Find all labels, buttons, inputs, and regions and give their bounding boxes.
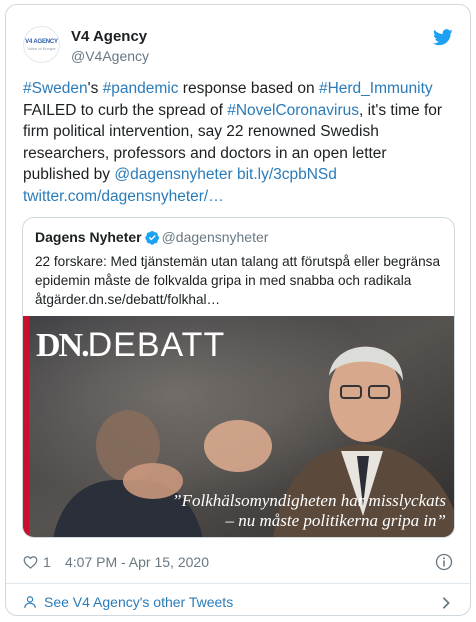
image-caption-line-2: – nu måste politikerna gripa in”	[225, 511, 446, 530]
tweet-text: #Sweden's #pandemic response based on #H…	[23, 78, 455, 207]
dn-logo-text: DN.	[36, 327, 90, 364]
tweet-text-segment: response based on	[178, 80, 319, 97]
quoted-tweet-header: Dagens Nyheter @dagensnyheter	[35, 229, 268, 249]
avatar[interactable]: V4 AGENCY Voice of Europe	[23, 26, 60, 63]
tweet-link[interactable]: @dagensnyheter	[114, 166, 232, 183]
divider	[6, 583, 470, 584]
tweet-link[interactable]: #pandemic	[103, 80, 179, 97]
tweet-link[interactable]: twitter.com/dagensnyheter/…	[23, 188, 224, 205]
author-display-name[interactable]: V4 Agency	[71, 28, 147, 45]
quoted-tweet[interactable]: Dagens Nyheter @dagensnyheter 22 forskar…	[22, 217, 455, 538]
quoted-author-handle: @dagensnyheter	[161, 229, 269, 245]
see-other-tweets-label[interactable]: See V4 Agency's other Tweets	[44, 594, 233, 610]
tweet-link[interactable]: #NovelCoronavirus	[227, 102, 359, 119]
heart-icon[interactable]	[23, 555, 38, 569]
tweet-link[interactable]: #Herd_Immunity	[319, 80, 433, 97]
tweet-header: V4 AGENCY Voice of Europe V4 Agency @V4A…	[23, 26, 453, 66]
quoted-tweet-text: 22 forskare: Med tjänstemän utan talang …	[35, 254, 441, 307]
tweet-link[interactable]: bit.ly/3cpbNSd	[237, 166, 337, 183]
tweet-link[interactable]: #Sweden	[23, 80, 88, 97]
chevron-right-icon[interactable]	[441, 596, 451, 610]
person-icon	[24, 596, 36, 608]
dn-debatt-logo: DN.DEBATT	[36, 326, 225, 365]
see-other-tweets-link[interactable]: See V4 Agency's other Tweets	[23, 593, 453, 613]
twitter-bird-icon[interactable]	[433, 29, 453, 46]
quoted-author-name: Dagens Nyheter	[35, 229, 142, 245]
image-caption: ”Folkhälsomyndigheten har misslyckats – …	[172, 491, 446, 531]
quoted-tweet-image[interactable]: DN.DEBATT ”Folkhälsomyndigheten har miss…	[23, 316, 454, 537]
info-icon[interactable]	[435, 553, 453, 571]
image-caption-line-1: ”Folkhälsomyndigheten har misslyckats	[172, 491, 446, 510]
like-count[interactable]: 1	[43, 554, 51, 570]
verified-badge-icon	[144, 230, 159, 245]
tweet-meta: 1 4:07 PM - Apr 15, 2020	[23, 553, 453, 573]
tweet-timestamp[interactable]: 4:07 PM - Apr 15, 2020	[65, 554, 209, 570]
author-handle[interactable]: @V4Agency	[71, 48, 149, 64]
avatar-logo-text: V4 AGENCY	[25, 38, 58, 45]
tweet-text-segment: 's	[87, 80, 103, 97]
avatar-logo-subtext: Voice of Europe	[27, 45, 56, 51]
debatt-logo-text: DEBATT	[87, 326, 226, 364]
tweet-text-segment: FAILED to curb the spread of	[23, 101, 228, 119]
embedded-tweet-card[interactable]: V4 AGENCY Voice of Europe V4 Agency @V4A…	[5, 4, 471, 616]
